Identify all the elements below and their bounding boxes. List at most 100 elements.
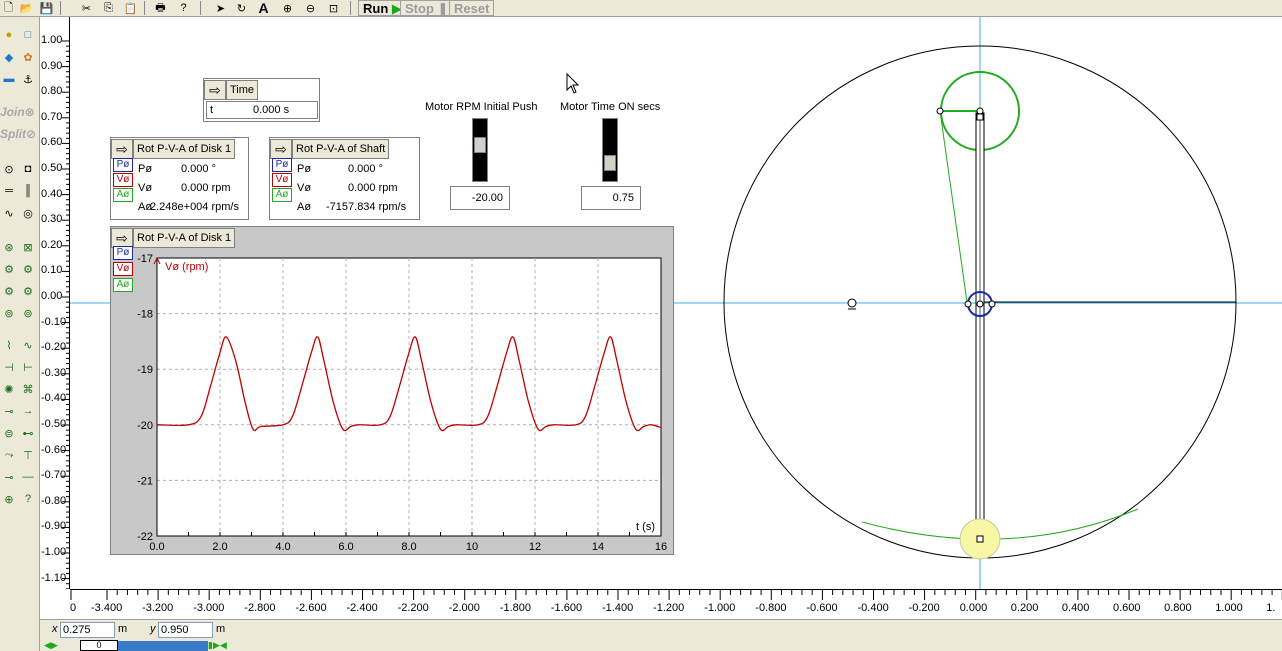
vertical-ruler-label: -0.70 — [41, 469, 67, 482]
bob-pin[interactable] — [976, 535, 984, 543]
open-folder-icon[interactable]: 📂 — [18, 0, 35, 16]
split-button[interactable]: Split⊘ — [0, 127, 38, 143]
shaft-meter-titlebar[interactable]: ⇨ Rot P-V-A of Shaft — [270, 138, 390, 160]
paste-icon[interactable]: 📋 — [122, 0, 139, 16]
query-icon[interactable]: ? — [19, 491, 37, 507]
point-tool-icon[interactable]: ⊙ — [0, 161, 18, 177]
crank-point[interactable] — [976, 107, 984, 115]
vertical-ruler-label: 0.90 — [41, 59, 63, 72]
pin-joint-icon[interactable]: ⊛ — [0, 239, 18, 255]
step-forward-icon[interactable]: ▮▶◀ — [208, 640, 227, 651]
time-meter-titlebar[interactable]: ⇨ Time — [204, 79, 259, 101]
vertical-slot-tool-icon[interactable]: ║ — [19, 183, 37, 199]
disk-pva-meter[interactable]: ⇨ Rot P-V-A of Disk 1 Pø Vø Aø Pø 0.000 … — [110, 137, 249, 220]
linear-motor-icon[interactable]: ⚙ — [19, 283, 37, 299]
left-pin[interactable] — [964, 300, 972, 308]
x-coord-field[interactable]: 0.275 — [60, 622, 115, 638]
cut-icon[interactable]: ✂ — [78, 0, 95, 16]
help-icon[interactable]: ? — [175, 0, 192, 16]
rigid-joint-icon[interactable]: ⊠ — [19, 239, 37, 255]
gear-icon[interactable]: ⚙ — [0, 283, 18, 299]
velocity-toggle-button[interactable]: Vø — [113, 173, 133, 187]
force-icon[interactable]: → — [19, 403, 37, 419]
rotary-icon[interactable]: ⊚ — [19, 305, 37, 321]
damper-icon[interactable]: ⊣ — [0, 359, 18, 375]
y-coord-field[interactable]: 0.950 — [158, 622, 213, 638]
velocity-graph-panel[interactable]: ⇨ Rot P-V-A of Disk 1 Pø Vø Aø 0.0 2.0 4.0… — [110, 226, 674, 555]
meter-menu-arrow-icon[interactable]: ⇨ — [204, 80, 226, 100]
actuator-icon[interactable]: ⚙ — [19, 261, 37, 277]
copy-icon[interactable]: ⎘ — [100, 0, 117, 16]
text-tool-icon[interactable]: A — [255, 0, 272, 16]
shaft-pva-meter[interactable]: ⇨ Rot P-V-A of Shaft Pø Vø Aø Pø 0.000 °… — [269, 137, 420, 220]
rotate-icon[interactable]: ↻ — [233, 0, 250, 16]
print-icon[interactable]: 🖶 — [152, 0, 169, 16]
zoom-in-icon[interactable]: ⊕ — [279, 0, 296, 16]
join-button[interactable]: Join⊗ — [0, 105, 38, 121]
control-icon[interactable]: ⤳ — [0, 447, 18, 463]
pointer-icon[interactable]: ➤ — [212, 0, 229, 16]
position-toggle-button[interactable]: Pø — [113, 158, 133, 172]
right-pin[interactable] — [988, 300, 996, 308]
disk-meter-titlebar[interactable]: ⇨ Rot P-V-A of Disk 1 — [111, 138, 236, 160]
time-slider-value-field[interactable]: 0.75 — [581, 186, 641, 210]
crank-end-point[interactable] — [936, 107, 944, 115]
curve-slot-tool-icon[interactable]: ∿ — [0, 205, 18, 221]
save-icon[interactable]: 💾 — [38, 0, 55, 16]
motor-icon[interactable]: ⚙ — [0, 261, 18, 277]
time-meter[interactable]: ⇨ Time t 0.000 s — [203, 78, 320, 122]
time-slider-track[interactable] — [602, 118, 618, 182]
vertical-ruler-label: 0.60 — [41, 136, 63, 149]
torque-icon[interactable]: ⊜ — [0, 425, 18, 441]
position-toggle-button[interactable]: Pø — [272, 158, 292, 172]
meter-icon[interactable]: ⊕ — [0, 491, 18, 507]
anchor-tool-icon[interactable]: ⚓ — [19, 71, 37, 87]
meter-menu-arrow-icon[interactable]: ⇨ — [111, 139, 133, 159]
step-back-icon[interactable]: ◀▶ — [44, 640, 58, 651]
workspace[interactable]: ⇨ Time t 0.000 s ⇨ Rot P-V-A of Disk 1 P… — [70, 17, 1282, 589]
ring-tool-icon[interactable]: ◎ — [19, 205, 37, 221]
actuator-linear-icon[interactable]: ⊷ — [19, 425, 37, 441]
toolbar: 🗋 📂 💾 ✂ ⎘ 📋 🖶 ? ➤ ↻ A ⊕ ⊖ ⊡ Run ▶ Stop ❚… — [0, 0, 1282, 17]
spring-icon[interactable]: ⌇ — [0, 337, 18, 353]
horizontal-ruler-label: -2.600 — [295, 602, 327, 614]
bar-icon[interactable]: — — [19, 469, 37, 485]
time-slider-thumb[interactable] — [604, 155, 616, 171]
x-tick-label: 14 — [592, 541, 604, 552]
rope-icon[interactable]: ⌘ — [19, 381, 37, 397]
velocity-toggle-button[interactable]: Vø — [272, 173, 292, 187]
acceleration-toggle-button[interactable]: Aø — [113, 188, 133, 202]
rpm-slider-value-field[interactable]: -20.00 — [450, 186, 510, 210]
square-point-tool-icon[interactable]: ◘ — [19, 161, 37, 177]
zoom-out-icon[interactable]: ⊖ — [302, 0, 319, 16]
new-file-icon[interactable]: 🗋 — [0, 0, 17, 16]
time-frame-field[interactable]: 0 — [80, 640, 118, 651]
time-progress-track[interactable] — [118, 641, 208, 651]
circle-tool-icon[interactable]: ● — [0, 27, 18, 43]
horizontal-ruler-label: 1.000 — [1215, 602, 1243, 614]
crank-pin[interactable] — [976, 113, 984, 121]
vertical-ruler-label: -0.60 — [41, 443, 67, 456]
rod-icon[interactable]: ⊸ — [0, 469, 18, 485]
meter-menu-arrow-icon[interactable]: ⇨ — [270, 139, 292, 159]
anchor-point-icon[interactable] — [847, 298, 857, 308]
slot-tool-icon[interactable]: ═ — [0, 183, 18, 199]
block-tool-icon[interactable]: ▬ — [0, 71, 18, 87]
rpm-slider-track[interactable] — [472, 118, 488, 182]
polygon-tool-icon[interactable]: ◆ — [0, 49, 18, 65]
vertical-ruler-label: 0.80 — [41, 85, 63, 98]
center-pin[interactable] — [976, 300, 984, 308]
constraint-icon[interactable]: ⊤ — [19, 447, 37, 463]
acceleration-toggle-button[interactable]: Aø — [272, 188, 292, 202]
wave-spring-icon[interactable]: ∿ — [19, 337, 37, 353]
x-tick-label: 12 — [529, 541, 541, 552]
curved-body-tool-icon[interactable]: ✿ — [19, 49, 37, 65]
reset-button[interactable]: Reset — [449, 0, 495, 16]
zoom-fit-icon[interactable]: ⊡ — [325, 0, 342, 16]
separator-icon[interactable]: ⊸ — [0, 403, 18, 419]
rotational-spring-icon[interactable]: ✺ — [0, 381, 18, 397]
pulley-icon[interactable]: ⊚ — [0, 305, 18, 321]
linear-damper-icon[interactable]: ⊢ — [19, 359, 37, 375]
rectangle-tool-icon[interactable]: □ — [19, 27, 37, 43]
rpm-slider-thumb[interactable] — [474, 137, 486, 153]
